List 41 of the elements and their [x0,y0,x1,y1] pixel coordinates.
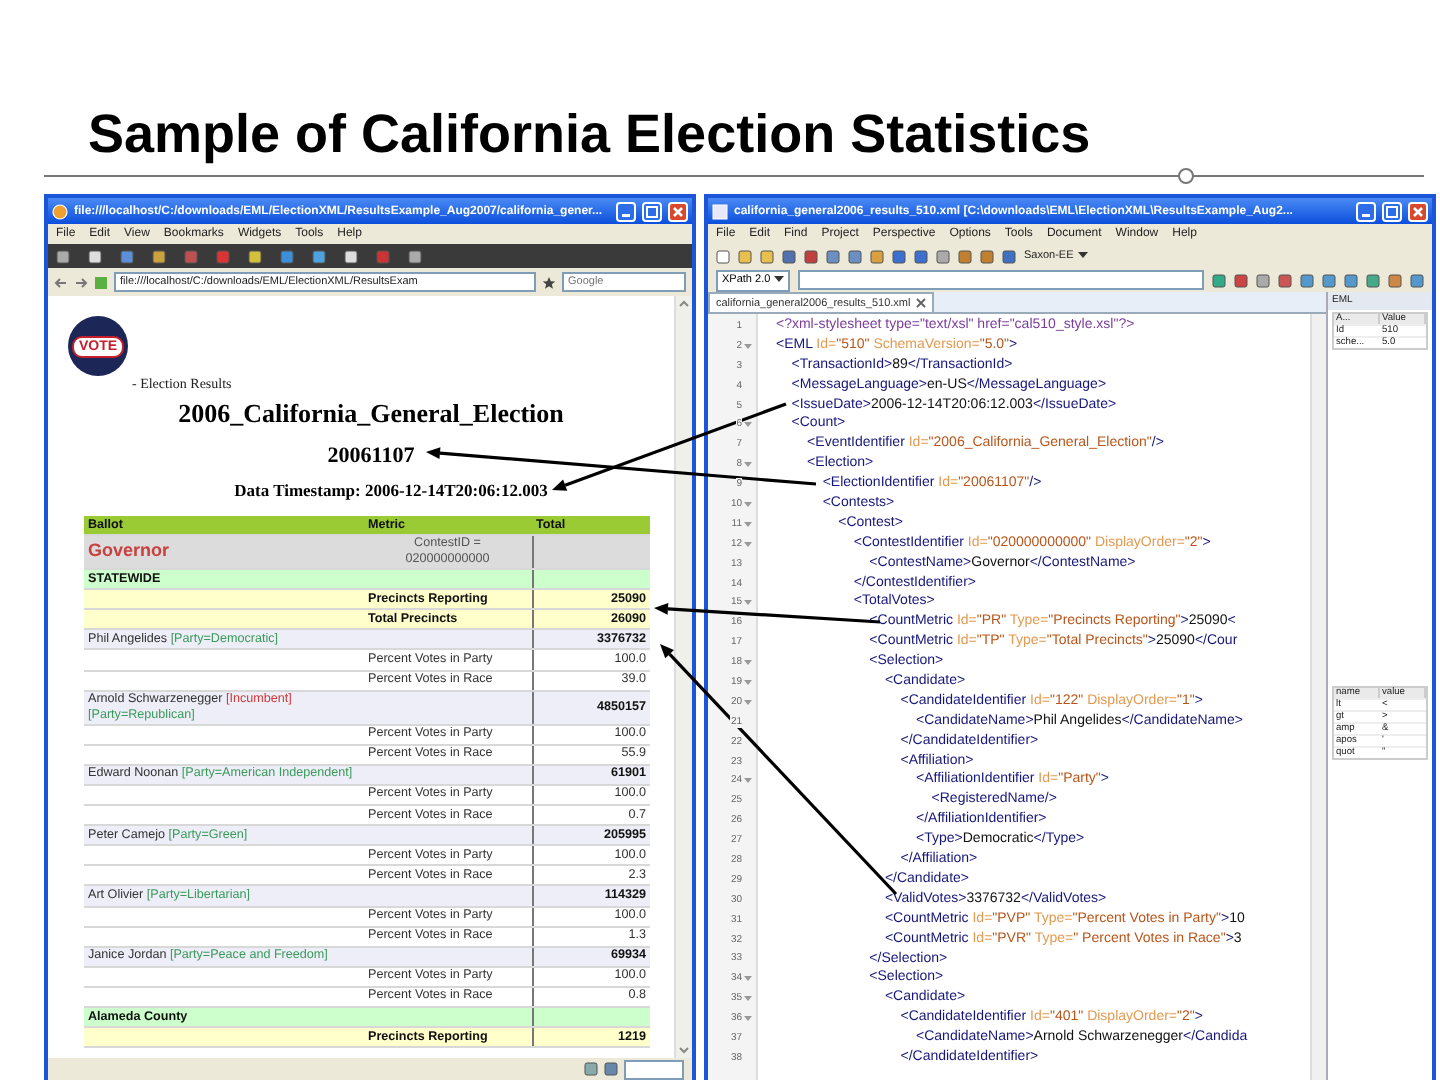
toolbar-icon[interactable] [152,249,166,263]
toolbar-icon[interactable] [88,249,102,263]
collapse-icon[interactable] [744,420,752,429]
xpath-field[interactable] [798,270,1204,290]
minimize-button[interactable] [1356,201,1376,221]
forward-arrow-icon[interactable] [74,275,88,289]
toolbar-icon[interactable] [408,249,422,263]
zoom-field[interactable] [624,1059,684,1079]
close-button[interactable] [1408,201,1428,221]
election-title: 2006_California_General_Election [176,398,566,430]
globe-icon [52,203,68,219]
toolbar-icon[interactable] [120,249,134,263]
close-icon [1412,205,1424,217]
maximize-button[interactable] [1382,201,1402,221]
slide-title: Sample of California Election Statistics [88,102,1091,168]
close-icon[interactable] [916,298,927,308]
caret-icon [1077,252,1088,260]
close-icon [672,205,684,217]
election-date: 20061107 [325,444,417,470]
collapse-icon[interactable] [744,460,752,469]
maximize-icon [646,205,658,217]
scrollbar[interactable] [674,296,692,1058]
collapse-icon[interactable] [744,519,752,528]
star-icon[interactable] [542,275,556,289]
maximize-button[interactable] [642,201,662,221]
toolbar-icon[interactable] [56,249,70,263]
scrollbar[interactable] [1310,314,1326,1080]
app-icon [712,203,728,219]
toolbar-icon[interactable] [312,249,326,263]
contest-name: Governor [88,540,170,561]
scroll-up-icon[interactable] [676,296,692,312]
data-timestamp: Data Timestamp: 2006-12-14T20:06:12.003 [232,480,550,502]
caret-icon [774,276,785,284]
back-arrow-icon[interactable] [54,275,68,289]
toolbar-icon[interactable] [248,249,262,263]
minimize-button[interactable] [616,201,636,221]
collapse-icon[interactable] [744,341,752,350]
toolbar-icon[interactable] [344,249,358,263]
maximize-icon [1386,205,1398,217]
close-button[interactable] [668,201,688,221]
scroll-down-icon[interactable] [676,1042,692,1058]
